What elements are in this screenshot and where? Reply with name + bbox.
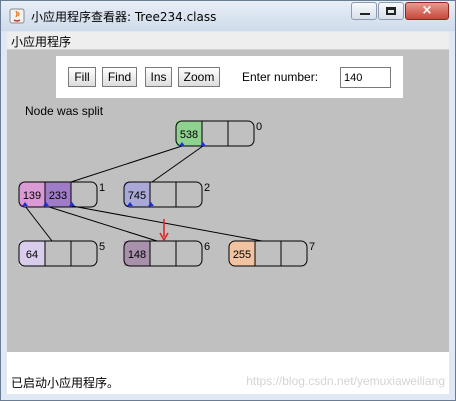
node-cell [228, 121, 254, 146]
node-cell [45, 241, 71, 266]
node-key: 538 [180, 129, 198, 141]
node-cell [150, 241, 176, 266]
node-cell [71, 182, 97, 207]
node-key: 745 [128, 190, 146, 202]
fill-button[interactable]: Fill [68, 67, 96, 87]
node-index-label: 6 [204, 241, 210, 253]
node-index-label: 7 [309, 241, 315, 253]
maximize-button[interactable] [378, 2, 404, 20]
tree-node: 64 5 [18, 240, 105, 267]
node-cell [176, 241, 202, 266]
window-title: 小应用程序查看器: Tree234.class [31, 10, 217, 24]
title-bar[interactable]: 小应用程序查看器: Tree234.class × [1, 1, 455, 31]
node-key: 148 [128, 249, 146, 261]
menu-bar: 小应用程序 [7, 32, 449, 50]
find-button[interactable]: Find [102, 67, 137, 87]
number-input[interactable] [340, 67, 391, 88]
node-cell [281, 241, 307, 266]
node-cell [176, 182, 202, 207]
applet-viewer-window: 小应用程序查看器: Tree234.class × 538 0 139 233 1 745… [0, 0, 456, 401]
close-button[interactable]: × [405, 2, 449, 20]
zoom-button[interactable]: Zoom [178, 67, 220, 87]
tree-node: 538 0 [175, 120, 262, 147]
close-icon: × [421, 3, 433, 18]
minimize-icon [360, 13, 370, 15]
node-key: 255 [233, 249, 251, 261]
node-key: 233 [49, 190, 67, 202]
edge-line [70, 145, 183, 183]
watermark: https://blog.csdn.net/yemuxiaweiliang [246, 374, 445, 388]
tree-node: 148 6 [123, 240, 210, 267]
applet-area: 538 0 139 233 1 745 2 64 5 148 6 255 7 小应用程序 Fill Fi… [7, 32, 449, 394]
node-index-label: 5 [99, 241, 105, 253]
node-index-label: 2 [204, 182, 210, 194]
status-text: 已启动小应用程序。 [11, 376, 120, 390]
tree-node: 139 233 1 [18, 181, 105, 208]
edge-line [24, 205, 53, 242]
node-cell [202, 121, 228, 146]
maximize-icon [386, 7, 396, 15]
node-cell [150, 182, 176, 207]
window-controls: × [350, 2, 449, 22]
node-key: 139 [23, 190, 41, 202]
tree-node: 255 7 [228, 240, 315, 267]
node-index-label: 1 [99, 182, 105, 194]
node-key: 64 [26, 249, 38, 261]
toolbar: Fill Find Ins Zoom Enter number: [56, 56, 403, 98]
tree-node: 745 2 [123, 181, 210, 208]
minimize-button[interactable] [351, 2, 377, 20]
node-index-label: 0 [256, 121, 262, 133]
node-cell [71, 241, 97, 266]
edge-line [151, 145, 204, 183]
status-bar: 已启动小应用程序。 https://blog.csdn.net/yemuxiaw… [7, 352, 449, 394]
java-app-icon [9, 8, 25, 24]
ins-button[interactable]: Ins [145, 67, 172, 87]
menu-applet[interactable]: 小应用程序 [11, 33, 71, 50]
operation-message: Node was split [25, 104, 104, 118]
enter-number-label: Enter number: [242, 70, 319, 84]
node-cell [255, 241, 281, 266]
